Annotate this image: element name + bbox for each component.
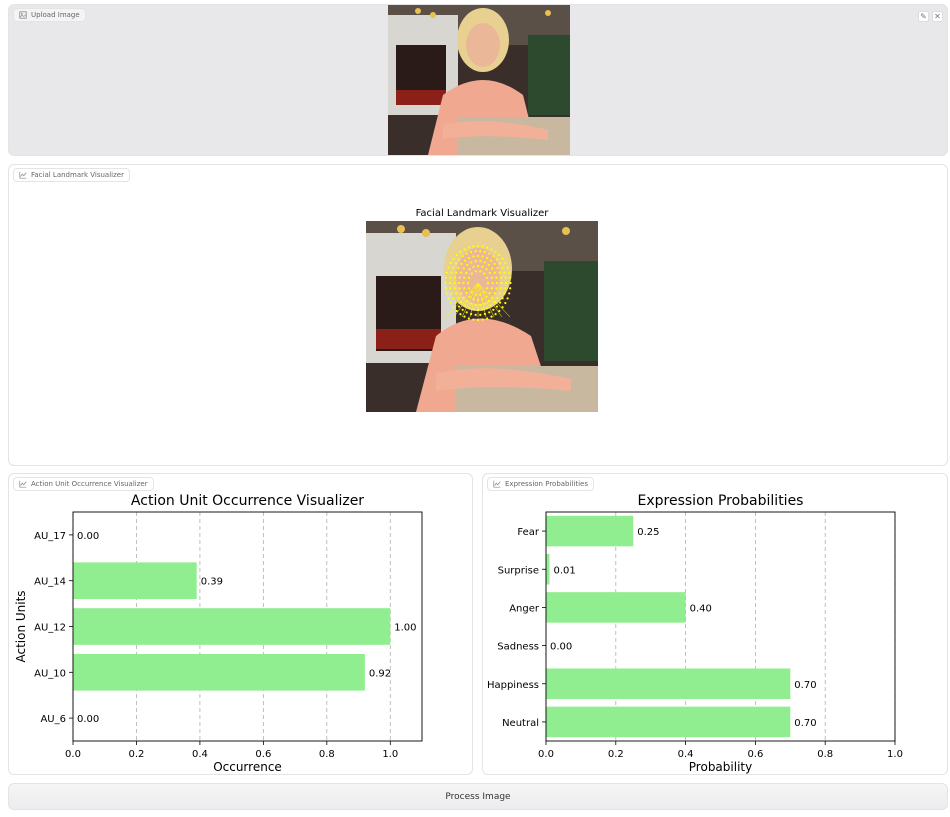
y-tick-label: AU_14 xyxy=(34,577,66,588)
landmark-photo xyxy=(366,221,598,412)
bar-value-label: 0.00 xyxy=(77,714,99,725)
bar-value-label: 0.39 xyxy=(201,577,223,588)
bar-value-label: 0.00 xyxy=(77,531,99,542)
x-tick-label: 0.2 xyxy=(608,749,624,760)
bar xyxy=(73,562,197,600)
x-tick-label: 1.0 xyxy=(887,749,903,760)
bar-value-label: 1.00 xyxy=(394,623,416,634)
chart-title: Expression Probabilities xyxy=(638,493,804,509)
bar-value-label: 0.92 xyxy=(369,668,391,679)
landmark-figure-title: Facial Landmark Visualizer xyxy=(415,208,549,219)
x-tick-label: 0.8 xyxy=(319,749,335,760)
upload-image-label: Upload Image xyxy=(13,8,86,22)
y-tick-label: Neutral xyxy=(502,718,539,729)
y-tick-label: Fear xyxy=(517,527,539,538)
y-tick-label: Happiness xyxy=(487,680,539,691)
x-tick-label: 0.0 xyxy=(65,749,81,760)
pencil-icon: ✎ xyxy=(920,12,927,21)
chart-icon xyxy=(19,171,27,179)
facial-landmark-label: Facial Landmark Visualizer xyxy=(13,168,130,182)
clear-image-button[interactable]: ✕ xyxy=(932,11,943,22)
edit-image-button[interactable]: ✎ xyxy=(918,11,929,22)
x-tick-label: 0.4 xyxy=(678,749,694,760)
chart-title: Action Unit Occurrence Visualizer xyxy=(131,493,364,509)
facial-landmark-panel: Facial Landmark Visualizer Facial Landma… xyxy=(8,164,948,466)
x-tick-label: 0.8 xyxy=(817,749,833,760)
au-occurrence-chart: Action Unit Occurrence Visualizer 0.00 AU_… xyxy=(14,493,423,774)
bar xyxy=(546,553,550,585)
x-tick-label: 1.0 xyxy=(382,749,398,760)
bar xyxy=(546,706,791,738)
bar-value-label: 0.00 xyxy=(550,642,572,653)
process-image-button[interactable]: Process Image xyxy=(8,783,948,810)
bar-value-label: 0.25 xyxy=(637,527,659,538)
x-axis-label: Occurrence xyxy=(213,760,282,774)
y-tick-label: Sadness xyxy=(497,642,539,653)
x-tick-label: 0.4 xyxy=(192,749,208,760)
bar xyxy=(546,515,634,547)
y-tick-label: AU_10 xyxy=(34,668,66,679)
y-tick-label: AU_12 xyxy=(34,623,66,634)
y-axis-label: Action Units xyxy=(14,590,28,662)
bar-value-label: 0.70 xyxy=(794,718,816,729)
bar-value-label: 0.01 xyxy=(553,565,575,576)
x-tick-label: 0.6 xyxy=(747,749,763,760)
expression-probabilities-panel: Expression Probabilities Expression Prob… xyxy=(482,473,948,775)
au-occurrence-panel: Action Unit Occurrence Visualizer Action… xyxy=(8,473,473,775)
expression-probabilities-chart: Expression Probabilities 0.70 Neutral 0.70 H… xyxy=(487,493,903,774)
bar xyxy=(546,668,791,700)
uploaded-photo xyxy=(388,5,570,155)
bar xyxy=(546,592,686,623)
x-axis-label: Probability xyxy=(689,760,752,774)
bar-value-label: 0.40 xyxy=(690,603,712,614)
y-tick-label: Surprise xyxy=(498,565,539,576)
bar xyxy=(73,608,391,645)
x-tick-label: 0.2 xyxy=(129,749,145,760)
close-icon: ✕ xyxy=(934,12,941,21)
upload-image-panel[interactable]: Upload Image ✎ ✕ xyxy=(8,4,948,156)
bar xyxy=(73,653,365,691)
image-icon xyxy=(19,11,27,19)
x-tick-label: 0.0 xyxy=(538,749,554,760)
y-tick-label: AU_6 xyxy=(40,714,66,725)
x-tick-label: 0.6 xyxy=(255,749,271,760)
y-tick-label: AU_17 xyxy=(34,531,66,542)
bar-value-label: 0.70 xyxy=(794,680,816,691)
y-tick-label: Anger xyxy=(509,603,540,614)
